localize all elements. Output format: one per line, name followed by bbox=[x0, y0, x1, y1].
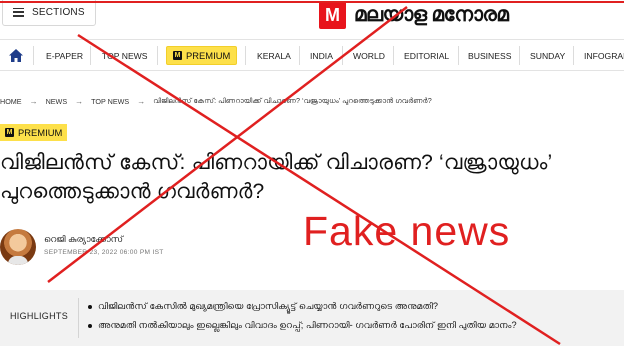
author-name[interactable]: റെജി കുര്യാക്കോസ് bbox=[44, 234, 164, 245]
hamburger-icon bbox=[13, 7, 24, 17]
nav-item-editorial[interactable]: EDITORIAL bbox=[404, 40, 449, 71]
nav-divider bbox=[573, 46, 574, 65]
highlights-label: HIGHLIGHTS bbox=[10, 311, 69, 321]
premium-m-icon: M bbox=[173, 51, 182, 60]
premium-tag[interactable]: M PREMIUM bbox=[0, 124, 68, 141]
fake-news-stamp: Fake news bbox=[303, 208, 511, 254]
breadcrumb-arrow-icon: → bbox=[29, 96, 38, 106]
highlight-item: വിജിലൻസ് കേസിൽ മുഖ്യമന്ത്രിയെ പ്രോസിക്യൂ… bbox=[88, 301, 438, 312]
highlight-text: വിജിലൻസ് കേസിൽ മുഖ്യമന്ത്രിയെ പ്രോസിക്യൂ… bbox=[98, 301, 438, 311]
nav-item-business[interactable]: BUSINESS bbox=[468, 40, 511, 71]
nav-divider bbox=[458, 46, 459, 65]
nav-item-world[interactable]: WORLD bbox=[353, 40, 385, 71]
article-headline: വിജിലൻസ് കേസ്: പിണറായിക്ക് വിചാരണ? ‘വജ്ര… bbox=[0, 148, 624, 206]
logo-text: മലയാള മനോരമ bbox=[354, 3, 509, 26]
breadcrumb: HOME → NEWS → TOP NEWS → വിജിലൻസ് കേസ്: … bbox=[0, 96, 432, 106]
nav-divider bbox=[33, 46, 34, 65]
nav-item-kerala[interactable]: KERALA bbox=[257, 40, 291, 71]
nav-divider bbox=[299, 46, 300, 65]
main-nav: E-PAPER TOP NEWS M PREMIUM KERALA INDIA … bbox=[0, 39, 624, 71]
site-logo[interactable]: M മലയാള മനോരമ bbox=[319, 0, 509, 30]
bullet-icon bbox=[88, 304, 92, 309]
headline-line-2: പുറത്തെടുക്കാൻ ഗവർണർ? bbox=[0, 180, 265, 203]
nav-item-epaper[interactable]: E-PAPER bbox=[46, 40, 83, 71]
author-meta: റെജി കുര്യാക്കോസ് SEPTEMBER 23, 2022 06:… bbox=[44, 234, 164, 256]
breadcrumb-arrow-icon: → bbox=[75, 96, 84, 106]
home-icon[interactable] bbox=[8, 40, 24, 71]
author-block: റെജി കുര്യാക്കോസ് SEPTEMBER 23, 2022 06:… bbox=[0, 229, 164, 265]
headline-line-1: വിജിലൻസ് കേസ്: പിണറായിക്ക് വിചാരണ? ‘വജ്ര… bbox=[0, 151, 553, 174]
breadcrumb-news[interactable]: NEWS bbox=[46, 97, 68, 106]
nav-divider bbox=[393, 46, 394, 65]
nav-item-infographics[interactable]: INFOGRAP bbox=[584, 40, 624, 71]
premium-tag-label: PREMIUM bbox=[18, 127, 63, 138]
logo-badge: M bbox=[319, 1, 346, 29]
premium-m-icon: M bbox=[5, 128, 14, 137]
premium-pill: M PREMIUM bbox=[166, 46, 238, 65]
publish-date: SEPTEMBER 23, 2022 06:00 PM IST bbox=[44, 249, 164, 256]
highlight-item: അനുമതി നൽകിയാലും ഇല്ലെങ്കിലും വിവാദം ഉറപ… bbox=[88, 320, 517, 331]
nav-divider bbox=[342, 46, 343, 65]
sections-label: SECTIONS bbox=[32, 6, 85, 18]
highlights-box: HIGHLIGHTS വിജിലൻസ് കേസിൽ മുഖ്യമന്ത്രിയെ… bbox=[0, 290, 624, 346]
nav-item-premium[interactable]: M PREMIUM bbox=[166, 40, 238, 71]
premium-label: PREMIUM bbox=[186, 50, 231, 61]
nav-divider bbox=[90, 46, 91, 65]
highlights-divider bbox=[78, 298, 79, 338]
breadcrumb-top-news[interactable]: TOP NEWS bbox=[91, 97, 129, 106]
nav-divider bbox=[157, 46, 158, 65]
highlight-text: അനുമതി നൽകിയാലും ഇല്ലെങ്കിലും വിവാദം ഉറപ… bbox=[98, 320, 517, 330]
nav-item-sunday[interactable]: SUNDAY bbox=[530, 40, 565, 71]
nav-item-india[interactable]: INDIA bbox=[310, 40, 333, 71]
bullet-icon bbox=[88, 323, 92, 328]
nav-divider bbox=[519, 46, 520, 65]
breadcrumb-arrow-icon: → bbox=[137, 96, 146, 106]
nav-item-top-news[interactable]: TOP NEWS bbox=[102, 40, 148, 71]
author-avatar[interactable] bbox=[0, 229, 36, 265]
sections-menu-button[interactable]: SECTIONS bbox=[2, 0, 96, 26]
breadcrumb-home[interactable]: HOME bbox=[0, 97, 22, 106]
top-bar: SECTIONS M മലയാള മനോരമ bbox=[0, 0, 624, 38]
breadcrumb-current: വിജിലൻസ് കേസ്: പിണറായിക്ക് വിചാരണ? ‘വജ്ര… bbox=[153, 96, 432, 105]
nav-divider bbox=[245, 46, 246, 65]
